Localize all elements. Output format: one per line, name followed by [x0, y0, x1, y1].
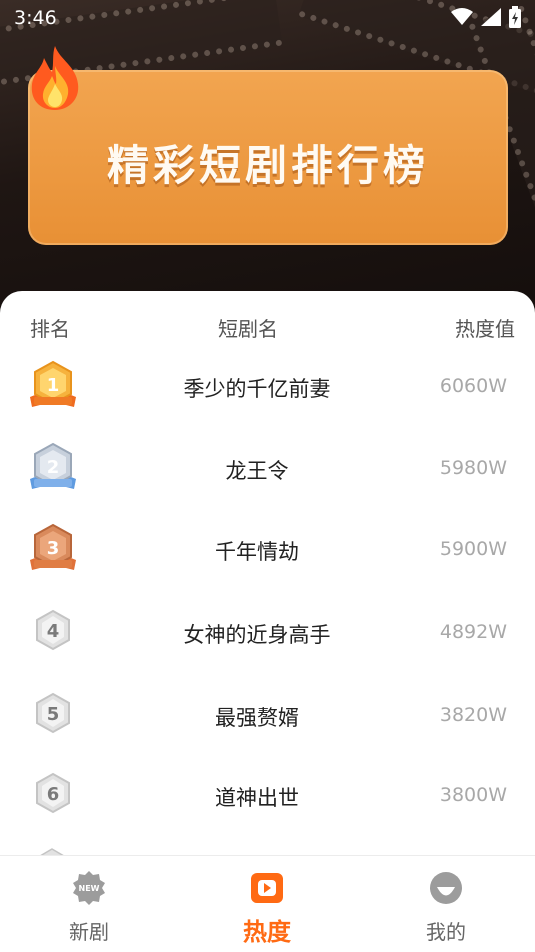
rank-6-badge-icon: 6: [36, 772, 70, 814]
rank-2-silver-badge-icon: 2: [30, 442, 76, 489]
drama-title: 女神的近身高手: [183, 623, 331, 647]
battery-icon: [509, 6, 521, 28]
column-header-heat: 热度值: [455, 317, 515, 341]
svg-text:6: 6: [47, 784, 60, 805]
tab-label: 热度: [243, 918, 291, 946]
heat-value: 6060W: [439, 375, 507, 397]
tab-mine[interactable]: 我的: [386, 856, 506, 952]
heat-value: 4892W: [439, 621, 507, 643]
ranking-row[interactable]: 4 女神的近身高手 4892W: [0, 605, 535, 685]
heat-value: 3820W: [439, 704, 507, 726]
rank-4-badge-icon: 4: [36, 609, 70, 651]
bottom-tab-bar: NEW 新剧 热度 我的: [0, 855, 535, 952]
ranking-row[interactable]: 1 季少的千亿前妻 6060W: [0, 359, 535, 439]
svg-text:4: 4: [47, 621, 60, 642]
column-header-name: 短剧名: [218, 317, 278, 341]
ranking-banner: 精彩短剧排行榜: [28, 70, 508, 245]
status-icons: [451, 6, 521, 28]
status-bar: 3:46: [0, 0, 535, 36]
heat-value: 5900W: [439, 538, 507, 560]
svg-text:5: 5: [47, 704, 60, 725]
rank-3-bronze-badge-icon: 3: [30, 523, 76, 570]
ranking-row[interactable]: 5 最强赘婿 3820W: [0, 688, 535, 768]
tab-new-dramas[interactable]: NEW 新剧: [29, 856, 149, 952]
heat-value: 3800W: [439, 784, 507, 806]
profile-icon: [430, 872, 462, 904]
signal-icon: [481, 8, 501, 26]
column-header-rank: 排名: [30, 317, 70, 341]
wifi-icon: [451, 8, 473, 25]
ranking-list-panel: 排名 短剧名 热度值 1 季少的千亿前妻 6060W 2 龙王令 5980W 3…: [0, 291, 535, 856]
banner-title: 精彩短剧排行榜: [106, 141, 429, 190]
fire-icon: [31, 46, 79, 110]
svg-text:1: 1: [47, 375, 60, 396]
ranking-row[interactable]: 6 道神出世 3800W: [0, 768, 535, 848]
rank-1-gold-badge-icon: 1: [30, 360, 76, 407]
drama-title: 千年情劫: [215, 540, 299, 564]
drama-title: 龙王令: [225, 459, 289, 483]
play-icon: [251, 873, 283, 903]
new-flower-icon: NEW: [73, 871, 105, 905]
rank-5-badge-icon: 5: [36, 692, 70, 734]
ranking-row[interactable]: 3 千年情劫 5900W: [0, 522, 535, 602]
tab-label: 新剧: [69, 920, 109, 944]
svg-text:NEW: NEW: [79, 884, 100, 893]
svg-text:2: 2: [47, 457, 60, 478]
tab-label: 我的: [426, 920, 466, 944]
drama-title: 道神出世: [215, 786, 299, 810]
status-time: 3:46: [14, 7, 57, 29]
ranking-row[interactable]: 2 龙王令 5980W: [0, 441, 535, 521]
tab-hot[interactable]: 热度: [207, 856, 327, 952]
drama-title: 季少的千亿前妻: [183, 377, 331, 401]
drama-title: 最强赘婿: [215, 706, 299, 730]
svg-text:3: 3: [47, 538, 60, 559]
heat-value: 5980W: [439, 457, 507, 479]
